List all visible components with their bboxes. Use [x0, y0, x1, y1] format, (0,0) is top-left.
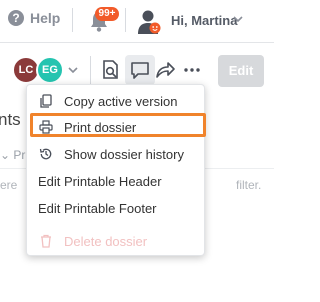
avatar-eg[interactable]: EG	[36, 56, 64, 84]
dossier-actions-menu: Copy active version Print dossier Show d…	[26, 84, 205, 256]
menu-item-label: Show dossier history	[64, 146, 184, 162]
notification-badge: 99+	[95, 7, 119, 21]
menu-item-label: Edit Printable Footer	[38, 200, 157, 216]
trash-icon	[41, 234, 51, 248]
help-link[interactable]: ? Help	[8, 10, 60, 26]
share-icon[interactable]	[153, 58, 177, 82]
preview-icon[interactable]	[99, 58, 123, 82]
top-bar: ? Help 99+ Hi, Martina	[0, 0, 274, 42]
printer-icon	[39, 120, 53, 134]
menu-item-label: Copy active version	[64, 93, 178, 109]
menu-item-edit-printable-footer[interactable]: Edit Printable Footer	[27, 195, 206, 221]
menu-item-copy-active-version[interactable]: Copy active version	[27, 88, 206, 114]
copy-icon	[40, 94, 52, 108]
comment-icon[interactable]	[128, 58, 152, 82]
menu-item-show-dossier-history[interactable]: Show dossier history	[27, 141, 206, 167]
breadcrumb: ⌄ Pri	[0, 148, 28, 162]
header-divider	[0, 42, 274, 43]
menu-item-label: Print dossier	[64, 119, 137, 135]
user-avatar[interactable]	[136, 8, 162, 36]
help-icon: ?	[8, 10, 24, 26]
empty-state-text: ere	[0, 178, 18, 192]
menu-item-label: Edit Printable Header	[38, 173, 162, 189]
divider	[125, 8, 126, 32]
history-icon	[39, 148, 52, 160]
chevron-down-icon[interactable]	[232, 13, 244, 25]
filter-text: filter.	[236, 178, 262, 192]
menu-item-edit-printable-header[interactable]: Edit Printable Header	[27, 168, 206, 194]
edit-button[interactable]: Edit	[218, 55, 264, 87]
divider	[72, 8, 73, 32]
divider	[90, 56, 91, 84]
menu-item-delete-dossier: Delete dossier	[27, 228, 206, 254]
user-greeting[interactable]: Hi, Martina	[171, 13, 237, 28]
menu-item-label: Delete dossier	[64, 233, 148, 249]
help-label: Help	[30, 10, 61, 26]
menu-item-print-dossier[interactable]: Print dossier	[27, 114, 206, 140]
more-icon[interactable]	[180, 58, 204, 82]
chevron-down-icon: ⌄	[0, 148, 14, 162]
chevron-down-icon[interactable]	[67, 64, 79, 76]
